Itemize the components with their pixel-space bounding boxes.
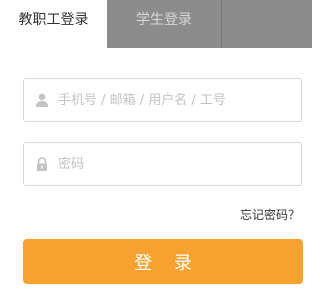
password-input[interactable]: [58, 143, 293, 185]
tab-staff-login[interactable]: 教职工登录: [0, 0, 107, 48]
login-tabs: 教职工登录 学生登录: [0, 0, 312, 48]
account-input[interactable]: [58, 79, 293, 121]
user-icon: [36, 93, 48, 107]
account-field[interactable]: [23, 78, 302, 122]
lock-icon: [37, 157, 47, 171]
tab-student-login[interactable]: 学生登录: [107, 0, 221, 48]
login-button[interactable]: 登 录: [23, 239, 303, 284]
password-field[interactable]: [23, 142, 302, 186]
tab-empty-area: [221, 0, 312, 48]
forgot-password-link[interactable]: 忘记密码？: [240, 206, 300, 223]
